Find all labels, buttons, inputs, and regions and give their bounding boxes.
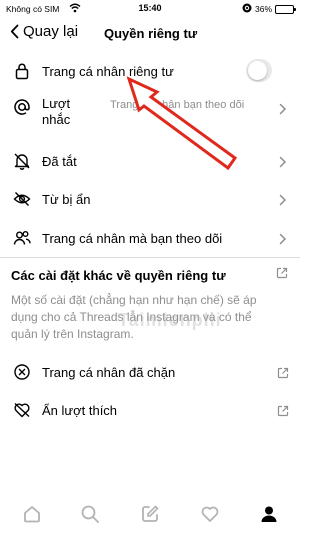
private-profile-label: Trang cá nhân riêng tư xyxy=(42,64,174,79)
tab-activity[interactable] xyxy=(200,504,220,524)
mentions-value: Trang cá nhân bạn theo dõi xyxy=(110,99,245,111)
chevron-right-icon xyxy=(279,102,287,115)
external-link-icon xyxy=(277,404,289,417)
at-sign-icon xyxy=(13,98,31,116)
chevron-left-icon xyxy=(10,24,19,39)
blocked-profiles-row[interactable]: Trang cá nhân đã chặn xyxy=(0,357,300,387)
search-icon xyxy=(81,505,99,523)
eye-off-icon xyxy=(13,190,31,208)
external-link-icon xyxy=(277,366,289,379)
battery-icon xyxy=(275,4,296,14)
profile-icon xyxy=(261,506,277,522)
lock-icon xyxy=(13,62,31,80)
alarm-icon xyxy=(242,3,252,15)
blocked-icon xyxy=(13,363,31,381)
hide-likes-row[interactable]: Ẩn lượt thích xyxy=(0,395,300,425)
tab-profile[interactable] xyxy=(259,504,279,524)
home-icon xyxy=(24,506,40,523)
nav-header: Quay lại Quyền riêng tư xyxy=(0,18,300,50)
following-profiles-row[interactable]: Trang cá nhân mà bạn theo dõi xyxy=(0,223,300,253)
mentions-label-line1: Lượt xyxy=(42,96,71,111)
watermark: Taimienphi xyxy=(118,310,222,330)
page-title: Quyền riêng tư xyxy=(104,26,198,41)
private-profile-toggle[interactable] xyxy=(246,59,272,82)
divider xyxy=(0,257,300,258)
other-settings-title: Các cài đặt khác về quyền riêng tư xyxy=(11,268,226,283)
bell-off-icon xyxy=(13,152,31,170)
muted-label: Đã tắt xyxy=(42,154,77,169)
chevron-right-icon xyxy=(279,193,287,206)
status-bar: Không có SIM 15:40 36% xyxy=(0,0,300,18)
hidden-words-label: Từ bị ẩn xyxy=(42,192,91,207)
heart-off-icon xyxy=(13,401,31,419)
tab-new-thread[interactable] xyxy=(140,504,160,524)
tab-bar xyxy=(0,495,300,534)
mentions-label-line2: nhắc xyxy=(42,112,71,127)
battery-percent: 36% xyxy=(254,4,272,14)
back-label: Quay lại xyxy=(23,23,79,40)
muted-row[interactable]: Đã tắt xyxy=(0,146,300,176)
mentions-label: Lượt nhắc xyxy=(42,96,70,128)
hide-likes-label: Ẩn lượt thích xyxy=(42,403,118,418)
back-button[interactable]: Quay lại xyxy=(10,23,78,40)
status-right: 36% xyxy=(242,3,296,15)
tab-home[interactable] xyxy=(22,504,42,524)
compose-icon xyxy=(142,505,159,522)
following-profiles-label: Trang cá nhân mà bạn theo dõi xyxy=(42,231,223,246)
heart-icon xyxy=(201,506,219,522)
toggle-knob xyxy=(248,61,267,80)
blocked-profiles-label: Trang cá nhân đã chặn xyxy=(42,365,176,380)
mentions-row[interactable]: Lượt nhắc Trang cá nhân bạn theo dõi xyxy=(0,90,300,134)
people-icon xyxy=(13,229,31,247)
other-settings-external-link[interactable] xyxy=(276,266,288,286)
tab-search[interactable] xyxy=(80,504,100,524)
external-link-icon xyxy=(276,267,288,279)
chevron-right-icon xyxy=(279,232,287,245)
chevron-right-icon xyxy=(279,155,287,168)
hidden-words-row[interactable]: Từ bị ẩn xyxy=(0,184,300,214)
